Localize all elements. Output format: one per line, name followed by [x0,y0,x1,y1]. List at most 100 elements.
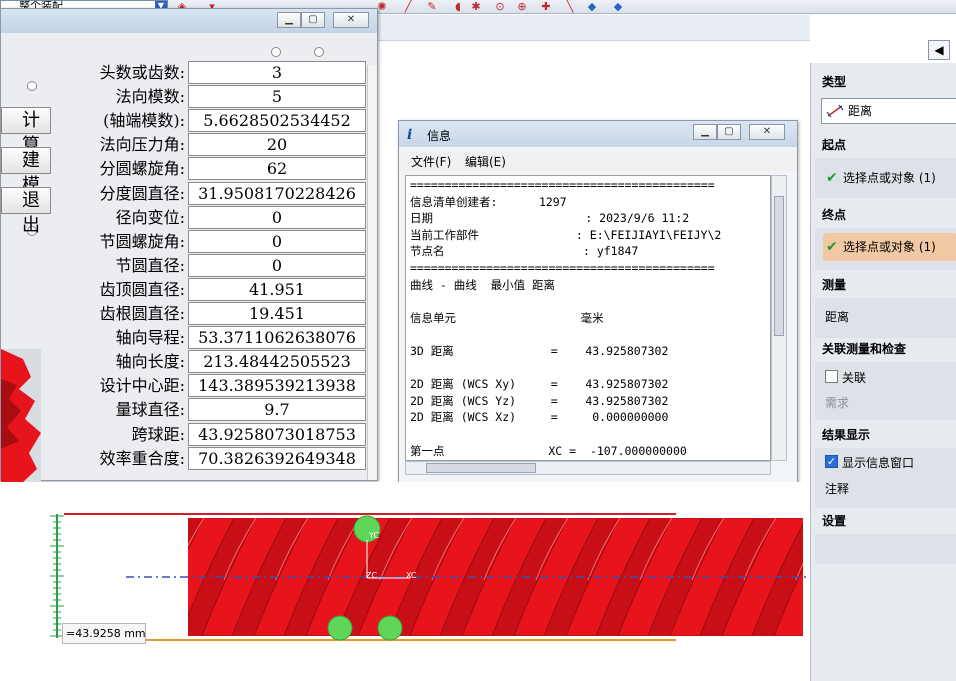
parameter-window-titlebar[interactable]: ▁ ▢ ✕ [1,9,377,33]
option-radio-3[interactable] [27,81,37,91]
menu-file[interactable]: 文件(F) [411,153,451,170]
pen-icon[interactable]: ✎ [426,1,438,12]
distance-icon [826,104,844,118]
settings-body [815,534,956,564]
type-select[interactable]: 距离 [821,98,956,124]
param-value-field[interactable]: 62 [188,157,366,180]
point-icon[interactable]: ✚ [540,1,552,12]
param-value-field[interactable]: 5 [188,85,366,108]
menu-edit[interactable]: 编辑(E) [465,153,506,170]
info-line: ========================================… [410,261,715,275]
param-value-field[interactable]: 53.3711062638076 [188,326,366,349]
info-maximize-button[interactable]: ▢ [717,124,741,140]
view-cube-icon[interactable]: ◆ [612,1,624,12]
info-line: 日期 : 2023/9/6 11:2 [410,211,690,226]
param-label: 跨球距: [131,425,185,444]
section-measure[interactable]: 测量 [815,274,956,296]
cube-icon[interactable]: ◆ [586,1,598,12]
maximize-button[interactable]: ▢ [301,12,325,28]
param-value-field[interactable]: 143.389539213938 [188,374,366,397]
panel-collapse-button[interactable]: ◀ [928,40,950,60]
worm-parameter-window: ▁ ▢ ✕ 计 算 建 模 退 出 头数或齿数: 3 法向模数: 5 (轴端模数): 5.… [0,8,378,484]
param-label: 分度圆直径: [99,184,185,203]
param-label: 设计中心距: [99,376,185,395]
info-menubar: 文件(F) 编辑(E) [399,151,797,171]
param-value-field[interactable]: 43.9258073018753 [188,423,366,446]
start-point-select[interactable]: ✔ 选择点或对象 (1) [823,164,956,192]
minimize-icon: ▁ [701,126,709,137]
info-horizontal-scrollbar[interactable] [405,461,771,475]
info-line: 第一点 XC = -107.000000000 [410,443,687,458]
arc-icon[interactable]: ◖ [452,1,464,12]
section-associative[interactable]: 关联测量和检查 [815,338,956,360]
associative-checkbox[interactable] [825,370,838,383]
close-button[interactable]: ✕ [333,12,369,28]
section-start-point[interactable]: 起点 [815,134,956,156]
graphics-viewport[interactable]: YC ZC XC [0,482,810,681]
gear-preview-icon [1,349,41,484]
section-settings[interactable]: 设置 [815,510,956,532]
param-label: 头数或齿数: [99,63,185,82]
info-line: 节点名 : yf1847 [410,244,639,259]
axis-label-yc: YC [368,531,379,540]
info-line: 2D 距离 (WCS Xy) = 43.925807302 [410,377,669,392]
param-value-field[interactable]: 20 [188,133,366,156]
check-icon: ✔ [826,239,838,255]
end-point-label: 选择点或对象 (1) [843,240,936,254]
param-label: 轴向长度: [115,352,185,371]
measure-distance-panel: 类型 距离 起点 ✔ 选择点或对象 (1) 终点 ✔ 选择点或对象 (1) 测量… [810,63,956,681]
close-icon: ✕ [346,14,356,25]
param-value-field[interactable]: 0 [188,230,366,253]
annotation-label: 注释 [825,482,850,496]
dimension-label: =43.9258 mm [62,623,146,644]
end-point-select[interactable]: ✔ 选择点或对象 (1) [823,233,956,261]
exit-button[interactable]: 退 出 [1,187,51,236]
center-icon[interactable]: ⊙ [494,1,506,12]
parameter-scrollbar[interactable] [367,65,377,480]
param-value-field[interactable]: 70.3826392649348 [188,447,366,470]
graphics-header-strip [376,15,810,41]
model-button[interactable]: 建 模 [1,147,51,196]
calculate-button[interactable]: 计 算 [1,107,51,156]
param-value-field[interactable]: 5.6628502534452 [188,109,366,132]
param-value-field[interactable]: 3 [188,61,366,84]
info-window-titlebar[interactable]: i 信息 ▁ ▢ ✕ [399,121,797,147]
minimize-button[interactable]: ▁ [277,12,301,28]
info-close-button[interactable]: ✕ [749,124,785,140]
param-value-field[interactable]: 0 [188,206,366,229]
param-label: 径向变位: [115,208,185,227]
section-end-point[interactable]: 终点 [815,204,956,226]
info-vertical-scrollbar[interactable] [771,175,787,461]
section-result-display[interactable]: 结果显示 [815,424,956,446]
info-line: 信息清单创建者: 1297 [410,194,567,209]
option-radio-1[interactable] [271,47,281,57]
param-value-field[interactable]: 19.451 [188,302,366,325]
param-label: 法向压力角: [99,135,185,154]
param-label: 分圆螺旋角: [99,159,185,178]
param-label: 量球直径: [115,400,185,419]
param-value-field[interactable]: 9.7 [188,398,366,421]
intersect-icon[interactable]: ✱ [470,1,482,12]
chevron-left-icon: ◀ [934,43,944,57]
quadrant-icon[interactable]: ⊕ [516,1,528,12]
info-line: 2D 距离 (WCS Xz) = 0.000000000 [410,410,669,425]
axis-label-xc: XC [406,571,417,580]
show-info-window-checkbox[interactable]: ✓ [825,455,838,468]
scroll-thumb[interactable] [426,463,536,473]
option-radio-2[interactable] [314,47,324,57]
measure-ball-bottom-left [327,615,353,641]
section-type[interactable]: 类型 [815,71,956,93]
info-window: i 信息 ▁ ▢ ✕ 文件(F) 编辑(E) =================… [398,120,798,486]
pole-icon[interactable]: ╲ [564,1,576,12]
param-value-field[interactable]: 0 [188,254,366,277]
close-icon: ✕ [762,126,772,137]
param-value-field[interactable]: 31.9508170228426 [188,182,366,205]
param-label: (轴端模数): [103,111,185,130]
axis-label-zc: ZC [366,571,377,580]
param-value-field[interactable]: 41.951 [188,278,366,301]
info-minimize-button[interactable]: ▁ [693,124,717,140]
line-icon[interactable]: ╱ [402,1,414,12]
scroll-thumb[interactable] [774,196,784,336]
info-text-area[interactable]: ========================================… [405,175,771,461]
param-value-field[interactable]: 213.48442505523 [188,350,366,373]
